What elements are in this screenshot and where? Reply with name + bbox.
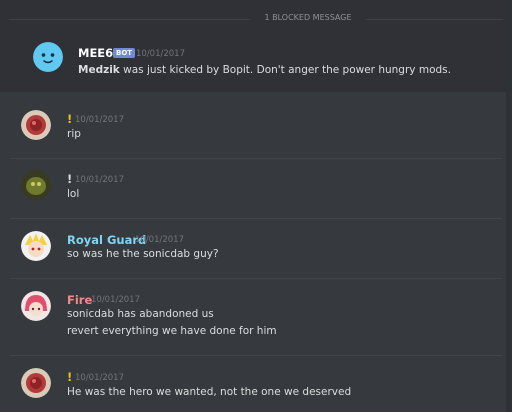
message-text-rest: was just kicked by Bopit. Don't anger th… — [119, 64, 451, 76]
message-divider — [10, 355, 502, 356]
divider — [9, 19, 250, 20]
timestamp: 10/01/2017 — [75, 175, 124, 185]
author-name[interactable]: Fire — [67, 293, 92, 307]
avatar-mee6[interactable] — [33, 42, 63, 72]
pink-hair-avatar-icon — [21, 291, 51, 321]
message-text: rip — [67, 128, 81, 140]
message-text: sonicdab has abandoned us — [67, 308, 214, 320]
avatar-user[interactable] — [21, 110, 51, 140]
message-divider — [10, 278, 502, 279]
author-name[interactable]: ! — [67, 112, 72, 126]
creature-avatar-icon — [21, 170, 51, 200]
message-divider — [10, 218, 502, 219]
timestamp: 10/01/2017 — [91, 295, 140, 305]
message-text: Medzik was just kicked by Bopit. Don't a… — [78, 64, 451, 76]
avatar-user[interactable] — [21, 170, 51, 200]
scrollbar[interactable] — [506, 0, 512, 412]
mee6-avatar-icon — [33, 42, 63, 72]
author-name[interactable]: ! — [67, 370, 72, 384]
timestamp: 10/01/2017 — [75, 115, 124, 125]
author-name[interactable]: MEE6 — [78, 46, 113, 60]
timestamp: 10/01/2017 — [75, 373, 124, 383]
message-text: revert everything we have done for him — [67, 325, 277, 337]
bot-badge: BOT — [113, 48, 136, 58]
blocked-message-group: 1 BLOCKED MESSAGE MEE6 BOT 10/01/2017 Me… — [0, 0, 512, 92]
mention-user[interactable]: Medzik — [78, 64, 120, 76]
timestamp: 10/01/2017 — [136, 49, 185, 59]
divider — [366, 19, 503, 20]
blocked-message-toggle[interactable]: 1 BLOCKED MESSAGE — [250, 13, 366, 22]
message-divider — [10, 158, 502, 159]
message-text: lol — [67, 188, 80, 200]
avatar-user[interactable] — [21, 291, 51, 321]
blond-character-avatar-icon — [21, 231, 51, 261]
avatar-user[interactable] — [21, 231, 51, 261]
message-text: He was the hero we wanted, not the one w… — [67, 386, 352, 398]
avatar-user[interactable] — [21, 368, 51, 398]
red-flower-avatar-icon — [21, 368, 51, 398]
timestamp: 10/01/2017 — [135, 235, 184, 245]
author-name[interactable]: ! — [67, 172, 72, 186]
message-text: so was he the sonicdab guy? — [67, 248, 219, 260]
red-flower-avatar-icon — [21, 110, 51, 140]
